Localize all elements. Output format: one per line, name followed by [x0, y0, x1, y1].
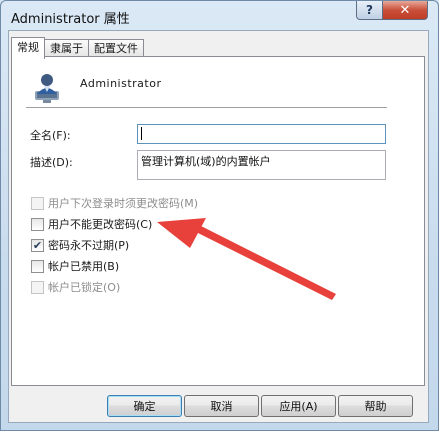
option-label: 帐户已禁用(B) — [48, 260, 120, 273]
checkmark-icon: ✔ — [32, 238, 43, 252]
description-label: 描述(D): — [30, 156, 73, 169]
user-icon — [35, 74, 59, 103]
tab-general[interactable]: 常规 — [11, 37, 45, 59]
tab-strip: 常规 隶属于 配置文件 — [11, 37, 144, 59]
user-name-label: Administrator — [80, 77, 162, 90]
option-label: 用户不能更改密码(C) — [48, 218, 153, 231]
checkbox[interactable] — [31, 259, 44, 273]
text-caret — [141, 127, 142, 140]
option-account-locked[interactable]: 帐户已锁定(O) — [31, 279, 120, 295]
option-cannot-change-password[interactable]: 用户不能更改密码(C) — [31, 216, 152, 232]
option-account-disabled[interactable]: 帐户已禁用(B) — [31, 258, 119, 274]
option-password-never-expires[interactable]: ✔ 密码永不过期(P) — [31, 237, 129, 253]
separator — [26, 107, 387, 109]
fullname-input[interactable] — [137, 124, 386, 144]
window-title: Administrator 属性 — [11, 12, 130, 27]
close-button[interactable]: ✕ — [382, 1, 428, 20]
checkbox[interactable] — [31, 217, 44, 231]
question-icon: ? — [366, 3, 373, 17]
ok-button[interactable]: 确定 — [107, 395, 182, 417]
close-icon: ✕ — [399, 2, 411, 18]
title-help-button[interactable]: ? — [356, 1, 383, 20]
checkbox[interactable] — [31, 196, 44, 210]
checkbox[interactable] — [31, 280, 44, 294]
help-button[interactable]: 帮助 — [338, 395, 413, 417]
fullname-label: 全名(F): — [30, 129, 71, 142]
option-label: 用户下次登录时须更改密码(M) — [48, 197, 199, 210]
description-input[interactable]: 管理计算机(域)的内置帐户 — [137, 150, 386, 180]
title-bar[interactable]: Administrator 属性 ? ✕ — [1, 1, 438, 31]
apply-button[interactable]: 应用(A) — [261, 395, 336, 417]
checkbox-checked[interactable]: ✔ — [31, 238, 44, 252]
cancel-button[interactable]: 取消 — [184, 395, 259, 417]
option-label: 密码永不过期(P) — [48, 239, 130, 252]
option-label: 帐户已锁定(O) — [48, 281, 121, 294]
option-must-change-password[interactable]: 用户下次登录时须更改密码(M) — [31, 195, 198, 211]
